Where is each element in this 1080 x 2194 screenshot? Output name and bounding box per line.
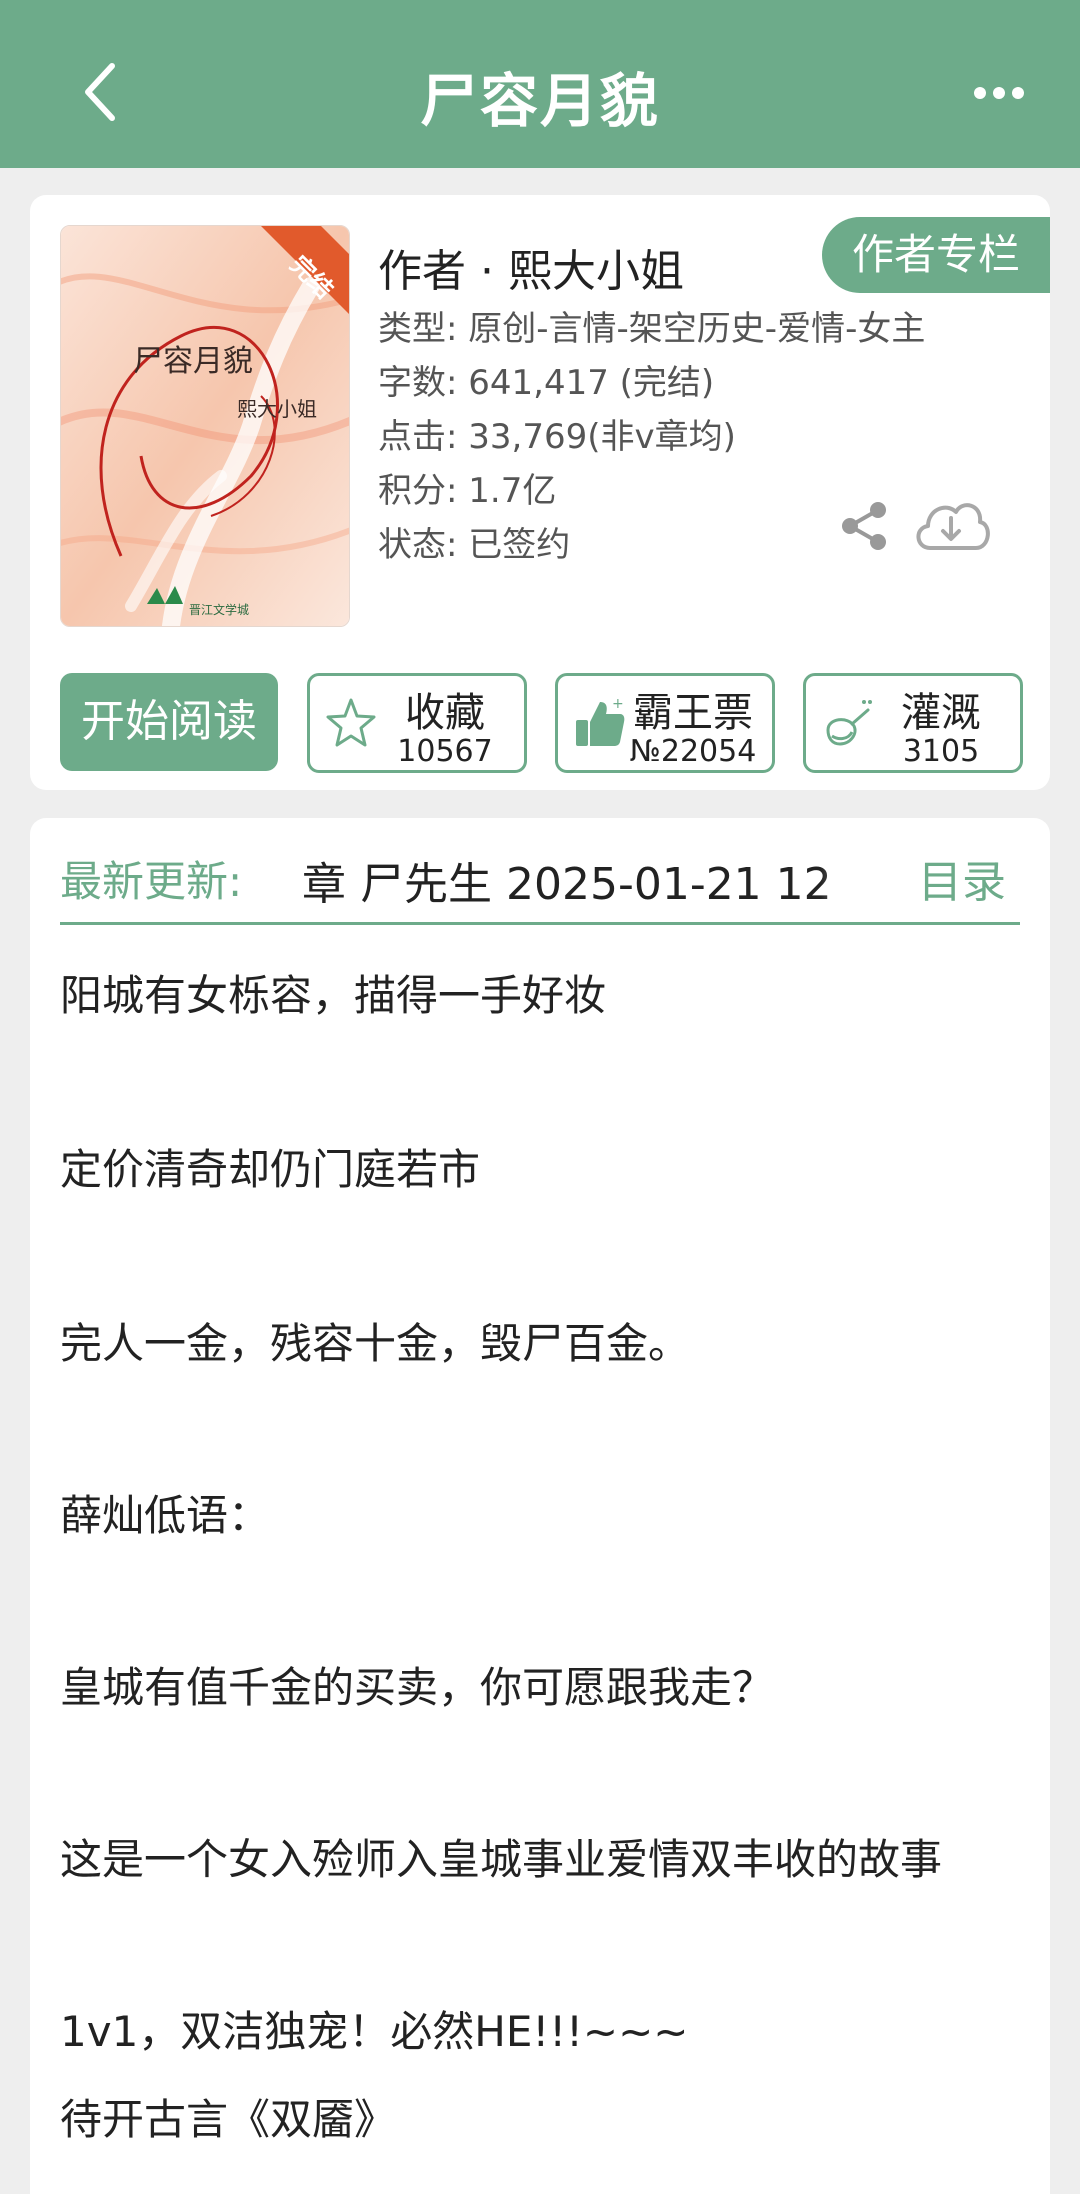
favorite-button[interactable]: 收藏 10567 [307, 673, 527, 773]
nourish-button[interactable]: 灌溉 3105 [803, 673, 1023, 773]
share-button[interactable] [836, 498, 892, 554]
thumbs-up-icon: + [576, 696, 625, 746]
overlord-ticket-label: 霸王票 [633, 690, 753, 736]
synopsis-line: 待开古言《双靥》 [60, 2095, 397, 2144]
author-line[interactable]: 作者 · 熙大小姐 [378, 235, 684, 299]
synopsis-line: 完人一金，残容十金，毁尸百金。 [60, 1319, 691, 1368]
synopsis-line: 这是一个女入殓师入皇城事业爱情双丰收的故事 [60, 1835, 943, 1884]
book-word-count: 字数: 641,417 (完结) [378, 363, 715, 403]
synopsis-card: 最新更新: 章 尸先生 2025-01-21 12 目录 阳城有女栎容，描得一手… [30, 818, 1050, 2194]
favorite-count: 10567 [397, 734, 493, 769]
favorite-label: 收藏 [405, 690, 485, 736]
overlord-ticket-count: №22054 [629, 734, 757, 769]
synopsis-line: 阳城有女栎容，描得一手好妆 [60, 971, 607, 1020]
top-bar: 尸容月貌 [0, 0, 1080, 168]
overlord-ticket-button[interactable]: + 霸王票 №22054 [555, 673, 775, 773]
cover-author-text: 熙大小姐 [237, 397, 317, 421]
book-status: 状态: 已签约 [378, 525, 571, 565]
latest-update-text[interactable]: 章 尸先生 2025-01-21 12 [302, 848, 902, 908]
cover-title-text: 尸容月貌 [133, 344, 253, 379]
book-score: 积分: 1.7亿 [378, 471, 557, 511]
cloud-download-icon [916, 503, 990, 550]
latest-update-label: 最新更新: [60, 857, 243, 906]
author-column-button[interactable]: 作者专栏 [822, 217, 1050, 293]
table-of-contents-button[interactable]: 目录 [918, 846, 1006, 910]
synopsis-line: 薛灿低语： [60, 1491, 271, 1540]
synopsis-line: 皇城有值千金的买卖，你可愿跟我走？ [60, 1663, 775, 1712]
divider [60, 922, 1020, 925]
page-title: 尸容月貌 [419, 67, 660, 135]
star-icon [326, 698, 376, 747]
synopsis-line: 定价清奇却仍门庭若市 [60, 1145, 481, 1194]
nourish-count: 3105 [902, 734, 980, 769]
book-info-card: 尸容月貌 熙大小姐 完结 晋江文学城 作者 · 熙大小姐 作者专栏 类型: 原创… [30, 195, 1050, 790]
book-cover[interactable]: 尸容月貌 熙大小姐 完结 晋江文学城 [60, 225, 350, 627]
nourish-label: 灌溉 [901, 690, 981, 736]
start-reading-button[interactable]: 开始阅读 [60, 673, 278, 771]
latest-update-fade [820, 842, 910, 908]
synopsis-line: 1v1，双洁独宠！必然HE!!!~~~ [60, 2007, 689, 2056]
book-clicks: 点击: 33,769(非v章均) [378, 417, 736, 457]
more-button[interactable] [970, 78, 1030, 108]
download-button[interactable] [910, 490, 992, 560]
svg-text:晋江文学城: 晋江文学城 [189, 602, 249, 617]
book-type: 类型: 原创-言情-架空历史-爱情-女主 [378, 309, 926, 349]
share-icon [842, 502, 886, 550]
watering-can-icon [826, 700, 872, 746]
more-dots-icon [974, 87, 1024, 99]
